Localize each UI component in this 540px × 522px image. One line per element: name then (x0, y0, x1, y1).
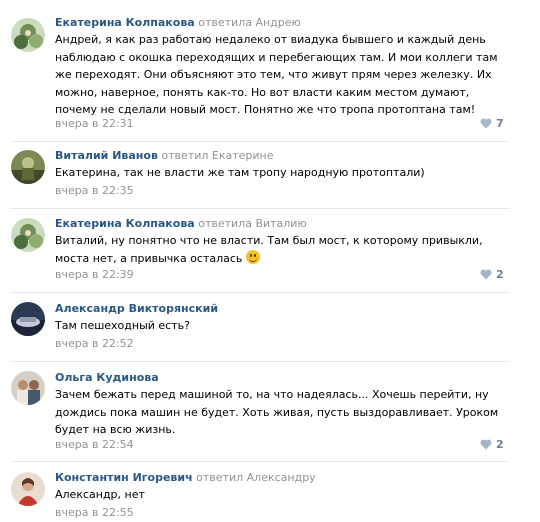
comment-text-line: моста нет, а привычка осталась (55, 251, 243, 265)
comment-text: Андрей, я как раз работаю недалеко от ви… (55, 33, 498, 116)
reply-word: ответил (161, 149, 209, 162)
comment-header: Ольга Кудинова (55, 371, 159, 385)
author-name[interactable]: Виталий Иванов (55, 149, 158, 162)
comment-text: Зачем бежать перед машиной то, на что на… (55, 388, 499, 436)
comment-time[interactable]: вчера в 22:39 (55, 268, 134, 282)
comment-time[interactable]: вчера в 22:54 (55, 438, 134, 452)
reply-target[interactable]: Виталию (255, 217, 306, 230)
divider (10, 208, 510, 209)
like-count: 7 (496, 117, 504, 130)
divider (10, 461, 510, 462)
divider (10, 292, 510, 293)
comment-header: Константин Игоревич ответил Александру (55, 471, 316, 485)
author-name[interactable]: Александр Викторянский (55, 302, 218, 315)
like-count: 2 (496, 268, 504, 281)
smile-emoji-icon (245, 249, 260, 264)
heart-icon (480, 269, 492, 280)
comment-header: Виталий Иванов ответил Екатерине (55, 149, 274, 163)
comment-header: Екатерина Колпакова ответила Виталию (55, 217, 307, 231)
comment-header: Александр Викторянский (55, 302, 218, 316)
comment-text: Екатерина, так не власти же там тропу на… (55, 166, 425, 179)
avatar[interactable] (11, 371, 45, 405)
author-name[interactable]: Екатерина Колпакова (55, 16, 195, 29)
like-button[interactable]: 2 (480, 268, 504, 282)
comment-text: Там пешеходный есть? (55, 319, 190, 332)
comment-time[interactable]: вчера в 22:55 (55, 506, 134, 520)
comments-thread: Екатерина Колпакова ответила Андрею Андр… (0, 0, 540, 522)
author-name[interactable]: Екатерина Колпакова (55, 217, 195, 230)
avatar[interactable] (11, 472, 45, 506)
reply-word: ответила (198, 16, 252, 29)
comment-time[interactable]: вчера в 22:31 (55, 117, 134, 131)
reply-word: ответила (198, 217, 252, 230)
author-name[interactable]: Ольга Кудинова (55, 371, 159, 384)
heart-icon (480, 118, 492, 129)
comment-text: Виталий, ну понятно что не власти. Там б… (55, 232, 505, 267)
author-name[interactable]: Константин Игоревич (55, 471, 193, 484)
reply-word: ответил (196, 471, 244, 484)
comment-header: Екатерина Колпакова ответила Андрею (55, 16, 301, 30)
avatar[interactable] (11, 150, 45, 184)
heart-icon (480, 439, 492, 450)
reply-target[interactable]: Екатерине (212, 149, 274, 162)
comment-text-line: Виталий, ну понятно что не власти. Там б… (55, 234, 483, 247)
avatar[interactable] (11, 218, 45, 252)
avatar[interactable] (11, 302, 45, 336)
comment-time[interactable]: вчера в 22:52 (55, 337, 134, 351)
divider (10, 361, 510, 362)
comment-time[interactable]: вчера в 22:35 (55, 184, 134, 198)
avatar[interactable] (11, 18, 45, 52)
like-count: 2 (496, 438, 504, 451)
reply-target[interactable]: Андрею (255, 16, 300, 29)
divider (10, 141, 510, 142)
reply-target[interactable]: Александру (247, 471, 316, 484)
comment-text: Александр, нет (55, 488, 145, 501)
like-button[interactable]: 2 (480, 438, 504, 452)
like-button[interactable]: 7 (480, 117, 504, 131)
